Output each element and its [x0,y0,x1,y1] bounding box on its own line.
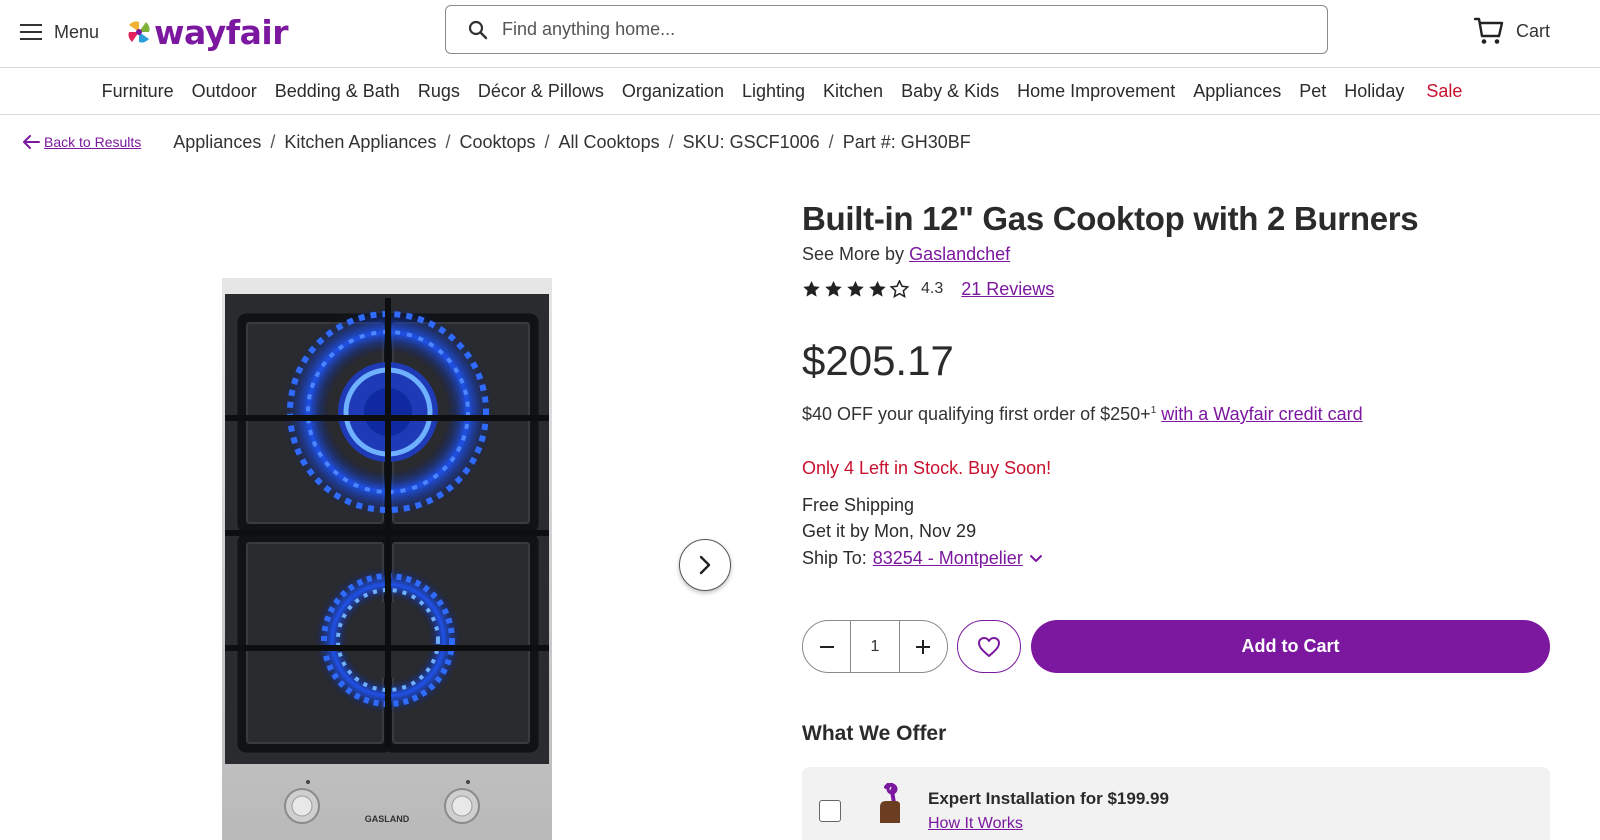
breadcrumb-separator: / [270,131,276,152]
favorite-button[interactable] [957,620,1021,673]
wrench-hand-icon [880,783,900,823]
nav-decor-pillows[interactable]: Décor & Pillows [478,81,604,102]
breadcrumb-sku: SKU: GSCF1006 [682,131,820,152]
ship-to: Ship To: 83254 - Montpelier [802,548,1043,569]
rating-value: 4.3 [921,280,944,297]
menu-button[interactable]: Menu [20,18,99,46]
stock-warning: Only 4 Left in Stock. Buy Soon! [802,458,1052,478]
ship-to-zip-link[interactable]: 83254 - Montpelier [873,548,1023,569]
cart-icon [1474,17,1504,44]
installation-checkbox[interactable] [819,800,841,822]
breadcrumb-separator: / [445,131,451,152]
product-info: Built-in 12" Gas Cooktop with 2 Burners … [802,198,1562,301]
nav-outdoor[interactable]: Outdoor [192,81,257,102]
reviews-link[interactable]: 21 Reviews [961,279,1054,300]
logo-pinwheel-icon [128,21,150,43]
nav-lighting[interactable]: Lighting [742,81,805,102]
decrease-quantity-button[interactable] [803,621,850,672]
product-title: Built-in 12" Gas Cooktop with 2 Burners [802,200,1419,237]
search-input[interactable] [502,19,1282,40]
nav-pet[interactable]: Pet [1299,81,1326,102]
quantity-value[interactable]: 1 [850,621,900,672]
product-price: $205.17 [802,337,954,384]
cooktop-illustration: GASLAND [222,278,552,840]
logo-wordmark: wayfair [154,12,288,52]
nav-rugs[interactable]: Rugs [418,81,460,102]
hamburger-icon [20,24,42,40]
delivery-date: Get it by Mon, Nov 29 [802,521,977,541]
nav-kitchen[interactable]: Kitchen [823,81,883,102]
breadcrumb-item[interactable]: Kitchen Appliances [284,132,436,153]
breadcrumb-item[interactable]: All Cooktops [559,132,660,153]
nav-organization[interactable]: Organization [622,81,724,102]
arrow-left-icon [23,135,40,149]
wayfair-logo[interactable]: wayfair [126,10,288,54]
breadcrumb-separator: / [668,131,674,152]
add-to-cart-button[interactable]: Add to Cart [1031,620,1550,673]
credit-card-link[interactable]: with a Wayfair credit card [1161,404,1362,424]
star-filled-icon [869,280,886,297]
back-to-results-link[interactable]: Back to Results [22,134,141,150]
see-more-prefix: See More by [802,244,905,264]
installation-offer-card: Expert Installation for $199.99 How It W… [802,767,1550,840]
free-shipping: Free Shipping [802,495,915,515]
breadcrumb: Back to Results Appliances / Kitchen App… [22,128,971,156]
category-nav: Furniture Outdoor Bedding & Bath Rugs Dé… [0,69,1600,115]
what-we-offer-heading: What We Offer [802,722,947,745]
star-filled-icon [847,280,864,297]
nav-appliances[interactable]: Appliances [1193,81,1281,102]
breadcrumb-separator: / [828,131,834,152]
star-filled-icon [803,280,820,297]
star-filled-icon [825,280,842,297]
back-to-results-label: Back to Results [44,134,142,150]
site-header: Menu wayfair Cart [0,0,1600,68]
nav-sale[interactable]: Sale [1426,81,1462,102]
star-empty-icon [890,280,909,298]
brand-link[interactable]: Gaslandchef [909,244,1010,264]
promo-text: $40 OFF your qualifying first order of $… [802,404,1151,424]
nav-bedding-bath[interactable]: Bedding & Bath [275,81,400,102]
minus-icon [819,645,834,648]
installation-offer-title: Expert Installation for $199.99 [928,789,1169,808]
menu-label: Menu [54,21,100,42]
breadcrumb-item[interactable]: Appliances [173,132,261,153]
credit-card-promo: $40 OFF your qualifying first order of $… [802,404,1363,425]
quantity-stepper: 1 [802,620,948,673]
cart-label: Cart [1516,20,1551,41]
nav-home-improvement[interactable]: Home Improvement [1017,81,1175,102]
nav-holiday[interactable]: Holiday [1344,81,1404,102]
next-image-button[interactable] [679,539,731,591]
increase-quantity-button[interactable] [900,621,947,672]
product-image[interactable]: GASLAND [222,278,552,840]
star-rating [802,280,909,298]
search-icon [468,20,488,39]
plus-icon [916,639,931,654]
cart-button[interactable]: Cart [1474,14,1550,48]
nav-baby-kids[interactable]: Baby & Kids [901,81,999,102]
ship-to-label: Ship To: [802,548,867,568]
chevron-right-icon [699,555,711,575]
breadcrumb-separator: / [544,131,550,152]
chevron-down-icon[interactable] [1029,554,1043,564]
see-more-by: See More by Gaslandchef [802,244,1562,265]
heart-icon [978,636,1000,657]
brand-mark: GASLAND [365,814,410,824]
search-bar[interactable] [445,5,1328,54]
breadcrumb-item[interactable]: Cooktops [459,132,535,153]
breadcrumb-part-number: Part #: GH30BF [842,131,971,152]
how-it-works-link[interactable]: How It Works [928,815,1023,833]
rating-row: 4.3 21 Reviews [802,277,1562,301]
promo-footnote: 1 [1150,405,1157,416]
nav-furniture[interactable]: Furniture [102,81,174,102]
